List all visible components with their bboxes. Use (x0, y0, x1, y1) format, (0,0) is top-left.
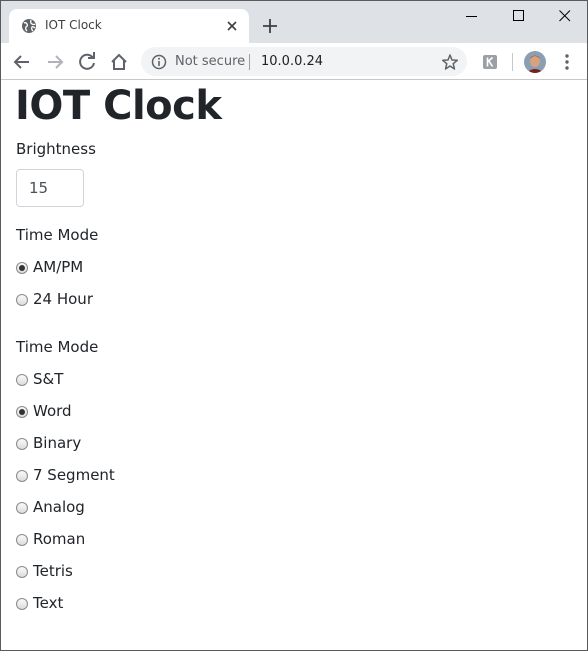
bookmark-star-icon[interactable] (441, 53, 459, 71)
browser-tab[interactable]: IOT Clock (9, 9, 249, 43)
browser-toolbar: Not secure 10.0.0.24 (1, 43, 587, 80)
radio-label: Word (33, 402, 72, 420)
maximize-icon (513, 10, 524, 21)
url-text[interactable]: 10.0.0.24 (261, 54, 323, 69)
display-mode-label: Time Mode (16, 338, 99, 356)
address-separator (249, 54, 250, 70)
radio-label: Roman (33, 530, 86, 548)
info-icon[interactable] (151, 54, 167, 70)
radio-label: Tetris (33, 562, 73, 580)
radio-button[interactable] (16, 294, 28, 306)
globe-icon (22, 19, 36, 33)
radio-button[interactable] (16, 470, 28, 482)
radio-label: Analog (33, 498, 85, 516)
close-tab-icon[interactable] (225, 19, 239, 33)
tab-strip: IOT Clock (1, 1, 587, 43)
minimize-icon (466, 16, 477, 17)
new-tab-icon[interactable] (261, 17, 279, 35)
radio-button[interactable] (16, 262, 28, 274)
home-icon[interactable] (108, 51, 130, 73)
toolbar-separator (512, 53, 513, 71)
radio-button[interactable] (16, 438, 28, 450)
radio-button[interactable] (16, 534, 28, 546)
radio-button[interactable] (16, 406, 28, 418)
page-title: IOT Clock (15, 83, 222, 129)
brightness-label: Brightness (16, 140, 96, 158)
tab-title: IOT Clock (45, 18, 102, 32)
radio-button[interactable] (16, 598, 28, 610)
brightness-input[interactable]: 15 (16, 169, 84, 207)
extension-icon[interactable] (482, 54, 498, 70)
radio-label: Text (33, 594, 64, 612)
minimize-button[interactable] (449, 1, 495, 31)
radio-label: Binary (33, 434, 82, 452)
radio-label: 7 Segment (33, 466, 115, 484)
radio-button[interactable] (16, 374, 28, 386)
time-mode-label: Time Mode (16, 226, 99, 244)
radio-label: AM/PM (33, 258, 84, 276)
radio-label: S&T (33, 370, 64, 388)
maximize-button[interactable] (496, 1, 542, 31)
back-arrow-icon[interactable] (11, 51, 33, 73)
radio-label: 24 Hour (33, 290, 93, 308)
page-content: IOT Clock Brightness 15 Time Mode AM/PM … (1, 81, 587, 650)
more-menu-icon[interactable] (559, 53, 575, 71)
security-label[interactable]: Not secure (175, 54, 245, 69)
forward-arrow-icon[interactable] (44, 51, 66, 73)
browser-window: IOT Clock Not secure 10.0.0.24 IOT Clock… (0, 0, 588, 651)
close-window-button[interactable] (542, 1, 587, 31)
radio-button[interactable] (16, 566, 28, 578)
profile-avatar[interactable] (524, 51, 546, 73)
radio-button[interactable] (16, 502, 28, 514)
address-bar[interactable]: Not secure 10.0.0.24 (141, 47, 467, 76)
avatar-image (524, 51, 546, 73)
reload-icon[interactable] (76, 51, 98, 73)
close-icon (559, 10, 571, 22)
